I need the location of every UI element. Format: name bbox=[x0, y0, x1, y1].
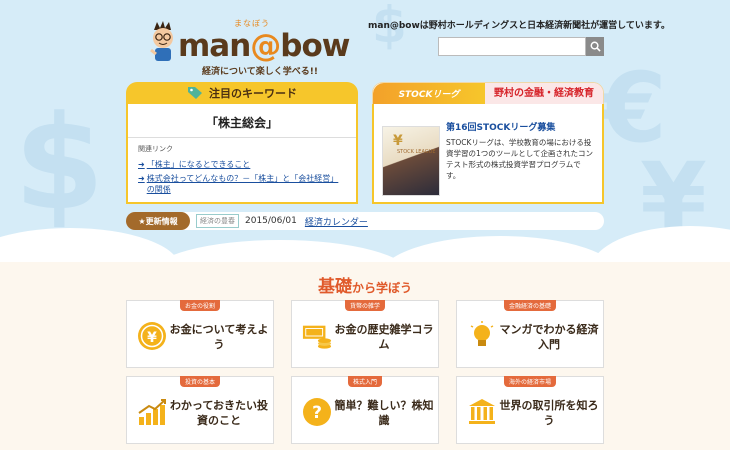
topic-card-manga[interactable]: 金融経済の基礎 マンガでわかる経済入門 bbox=[456, 300, 604, 368]
card-label: 世界の取引所を知ろう bbox=[499, 399, 599, 427]
card-tag: お金の役割 bbox=[179, 300, 221, 311]
related-link-text: 「株主」になるとできること bbox=[146, 160, 251, 169]
cloud bbox=[0, 228, 180, 262]
news-date: 2015/06/01 bbox=[245, 216, 297, 226]
card-label: お金の歴史雑学コラム bbox=[334, 323, 434, 351]
card-tag: 投資の基本 bbox=[179, 376, 221, 387]
news-link[interactable]: 経済カレンダー bbox=[305, 215, 368, 228]
news-bar: ★ 更新情報 経済の豊春 2015/06/01 経済カレンダー bbox=[126, 212, 604, 230]
search-icon bbox=[590, 41, 601, 52]
logo-prefix: man bbox=[178, 28, 251, 64]
site-logo[interactable]: まなぼう man@bow 経済について楽しく学べる!! bbox=[148, 18, 350, 77]
card-label: わかっておきたい投資のこと bbox=[169, 399, 269, 427]
news-badge: ★ 更新情報 bbox=[126, 212, 190, 230]
topic-card-exchanges[interactable]: 海外の経済市場 世界の取引所を知ろう bbox=[456, 376, 604, 444]
lightbulb-icon bbox=[467, 321, 497, 351]
arrow-bullet-icon: ➜ bbox=[138, 160, 145, 169]
search-bar bbox=[438, 37, 604, 56]
logo-wordmark: man@bow bbox=[178, 28, 350, 64]
tag-icon bbox=[188, 87, 202, 99]
search-button[interactable] bbox=[586, 37, 604, 56]
section-title-small: から学ぼう bbox=[351, 281, 412, 295]
related-links-label: 関連リンク bbox=[138, 145, 173, 153]
stock-league-heading[interactable]: 第16回STOCKリーグ募集 bbox=[446, 120, 594, 133]
keyword-tab: 注目のキーワード bbox=[126, 82, 358, 104]
exchange-building-icon bbox=[467, 397, 497, 427]
related-link-text: 株式会社ってどんなもの？－「株主」と「会社経営」の関係 bbox=[146, 174, 339, 194]
card-tag: 海外の経済市場 bbox=[503, 376, 557, 387]
stock-league-logo: STOCKリーグ bbox=[373, 83, 485, 104]
stock-league-tab-label: 野村の金融・経済教育 bbox=[485, 83, 603, 104]
keyword-tab-label: 注目のキーワード bbox=[209, 87, 297, 100]
logo-suffix: bow bbox=[280, 28, 350, 64]
section-title: 基礎から学ぼう bbox=[0, 272, 730, 297]
dollar-glyph-left: $ bbox=[14, 87, 105, 239]
keyword-panel: 「株主総会」 関連リンク ➜ 「株主」になるとできること ➜ 株式会社ってどんなもの… bbox=[126, 104, 358, 204]
related-link[interactable]: ➜ 株式会社ってどんなもの？－「株主」と「会社経営」の関係 bbox=[138, 173, 346, 195]
operator-note: man@bowは野村ホールディングスと日本経済新聞社が運営しています。 bbox=[368, 21, 671, 31]
stock-league-tab[interactable]: STOCKリーグ 野村の金融・経済教育 bbox=[372, 82, 604, 104]
cloud bbox=[150, 240, 410, 262]
news-category: 経済の豊春 bbox=[196, 214, 239, 228]
topic-card-history[interactable]: 貨幣の雑学 お金の歴史雑学コラム bbox=[291, 300, 439, 368]
keyword-title: 「株主総会」 bbox=[128, 110, 356, 138]
question-icon: ? bbox=[302, 397, 332, 427]
logo-tagline: 経済について楽しく学べる!! bbox=[202, 67, 318, 77]
stock-league-logo-text: STOCKリーグ bbox=[398, 90, 460, 100]
stock-league-photo[interactable]: ¥ STOCK LEAGUE bbox=[382, 126, 440, 196]
card-tag: 貨幣の雑学 bbox=[344, 300, 386, 311]
section-title-big: 基礎 bbox=[317, 277, 352, 297]
mascot-icon bbox=[150, 21, 173, 61]
topic-card-investment[interactable]: 投資の基本 わかっておきたい投資のこと bbox=[126, 376, 274, 444]
cloud bbox=[380, 236, 620, 262]
logo-at: @ bbox=[250, 28, 281, 64]
svg-text:?: ? bbox=[312, 403, 322, 423]
banknote-coins-icon bbox=[302, 321, 332, 351]
photo-title: STOCK LEAGUE bbox=[397, 149, 436, 155]
card-label: お金について考えよう bbox=[169, 323, 269, 351]
rising-chart-icon bbox=[137, 397, 167, 427]
news-badge-label: 更新情報 bbox=[145, 216, 178, 226]
photo-yen-mark: ¥ bbox=[393, 133, 403, 149]
topic-card-stocks[interactable]: 株式入門 ? 簡単？難しい？株知識 bbox=[291, 376, 439, 444]
related-link[interactable]: ➜ 「株主」になるとできること bbox=[138, 159, 346, 170]
card-tag: 株式入門 bbox=[347, 376, 383, 387]
stock-league-panel: ¥ STOCK LEAGUE 第16回STOCKリーグ募集 STOCKリーグは、… bbox=[372, 104, 604, 204]
card-tag: 金融経済の基礎 bbox=[503, 300, 557, 311]
stock-league-description: STOCKリーグは、学校教育の場における投資学習の1つのツールとして企画されたコ… bbox=[446, 138, 594, 180]
yen-coin-icon: ¥ bbox=[137, 321, 167, 351]
stock-league-body: 第16回STOCKリーグ募集 STOCKリーグは、学校教育の場における投資学習の… bbox=[446, 112, 594, 194]
card-label: マンガでわかる経済入門 bbox=[499, 323, 599, 351]
card-label: 簡単？難しい？株知識 bbox=[334, 399, 434, 427]
search-input[interactable] bbox=[438, 37, 586, 56]
svg-text:¥: ¥ bbox=[147, 330, 157, 346]
arrow-bullet-icon: ➜ bbox=[138, 174, 145, 183]
topic-card-money[interactable]: お金の役割 ¥ お金について考えよう bbox=[126, 300, 274, 368]
cloud bbox=[590, 226, 730, 262]
